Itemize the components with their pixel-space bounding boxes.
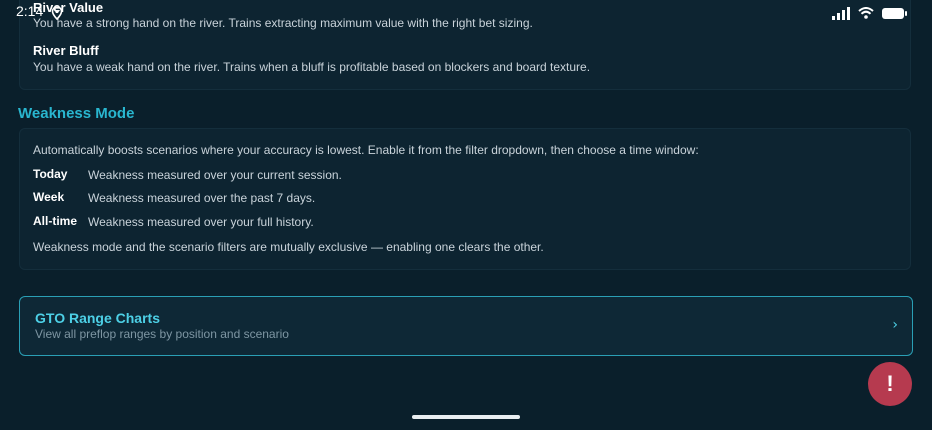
mode-title-river-bluff: River Bluff (33, 43, 99, 58)
modes-card (19, 0, 911, 90)
gto-link-title: GTO Range Charts (35, 310, 160, 326)
gto-range-charts-link[interactable]: GTO Range Charts View all preflop ranges… (19, 296, 913, 356)
cell-signal-icon (832, 7, 850, 20)
battery-icon (882, 8, 907, 19)
help-screen: 2:14 River Value You have a strong hand … (0, 0, 932, 430)
time-window-description-today: Weakness measured over your current sess… (88, 168, 342, 182)
mode-description-river-value: You have a strong hand on the river. Tra… (33, 16, 533, 30)
weakness-note: Weakness mode and the scenario filters a… (33, 240, 544, 254)
time-window-label-today: Today (33, 167, 68, 181)
chevron-right-icon: › (892, 317, 898, 333)
weakness-mode-heading: Weakness Mode (18, 105, 135, 122)
time-window-label-all-time: All-time (33, 214, 78, 228)
status-icons (832, 4, 907, 23)
status-time: 2:14 (16, 3, 44, 19)
alert-icon: ! (886, 371, 894, 396)
mode-title-river-value: River Value (33, 0, 104, 15)
wifi-icon (858, 4, 874, 23)
weakness-intro: Automatically boosts scenarios where you… (33, 143, 699, 157)
mode-description-river-bluff: You have a weak hand on the river. Train… (33, 60, 591, 74)
location-icon (51, 5, 63, 24)
gto-link-subtitle: View all preflop ranges by position and … (35, 327, 289, 341)
time-window-description-all-time: Weakness measured over your full history… (88, 215, 314, 229)
home-indicator[interactable] (412, 415, 520, 419)
time-window-description-week: Weakness measured over the past 7 days. (88, 191, 316, 205)
report-issue-button[interactable]: ! (868, 362, 912, 406)
time-window-label-week: Week (33, 190, 65, 204)
